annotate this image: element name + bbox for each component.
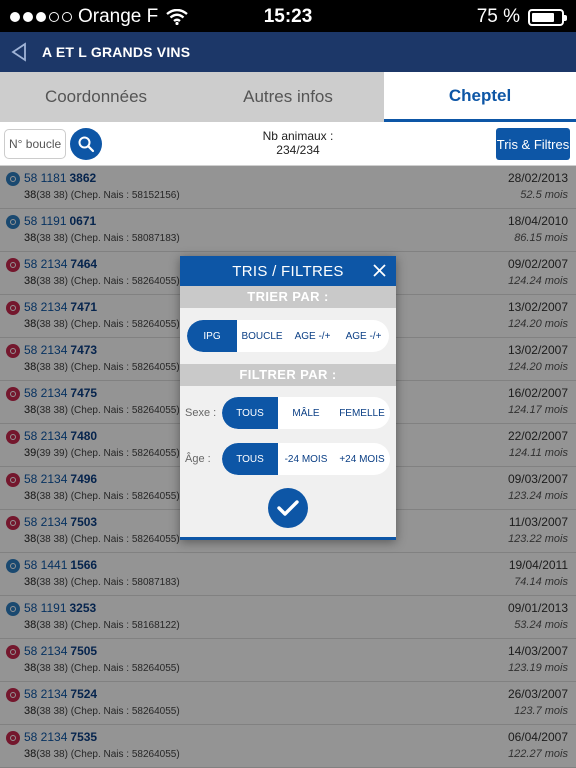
page-title: A ET L GRANDS VINS	[42, 44, 191, 60]
search-bar: Nb animaux : 234/234 Tris & Filtres	[0, 122, 576, 166]
battery-icon	[528, 8, 567, 26]
dialog-title: TRIS / FILTRES	[232, 263, 344, 280]
tab-bar: Coordonnées Autres infos Cheptel	[0, 72, 576, 122]
sex-option-female[interactable]: FEMELLE	[334, 397, 390, 429]
close-icon[interactable]	[373, 264, 386, 277]
sort-filter-button[interactable]: Tris & Filtres	[496, 128, 570, 160]
sort-option-ipg[interactable]: IPG	[187, 320, 237, 352]
sex-filter-selector: TOUS MÂLE FEMELLE	[222, 397, 390, 429]
sort-option-age-asc[interactable]: AGE -/+	[287, 320, 338, 352]
animal-count-label: Nb animaux :	[262, 129, 334, 143]
sort-filter-dialog: TRIS / FILTRES TRIER PAR : IPG BOUCLE AG…	[180, 256, 396, 540]
nav-bar: A ET L GRANDS VINS	[0, 32, 576, 72]
search-button[interactable]	[70, 128, 102, 160]
filter-section-header: FILTRER PAR :	[180, 364, 396, 386]
sort-section-header: TRIER PAR :	[180, 286, 396, 308]
sort-option-age-desc[interactable]: AGE -/+	[338, 320, 389, 352]
battery-info: 75 %	[476, 6, 567, 28]
status-bar: Orange F 15:23 75 %	[0, 0, 576, 32]
tag-number-input[interactable]	[4, 129, 66, 159]
dialog-header: TRIS / FILTRES	[180, 256, 396, 286]
checkmark-icon	[277, 500, 299, 516]
confirm-button[interactable]	[268, 488, 308, 528]
sex-option-all[interactable]: TOUS	[222, 397, 278, 429]
age-option-under-24[interactable]: -24 MOIS	[278, 443, 334, 475]
sort-selector: IPG BOUCLE AGE -/+ AGE -/+	[187, 320, 389, 352]
back-arrow-icon[interactable]	[10, 42, 28, 62]
sort-option-boucle[interactable]: BOUCLE	[237, 320, 287, 352]
age-filter-selector: TOUS -24 MOIS +24 MOIS	[222, 443, 390, 475]
animal-count-value: 234/234	[276, 143, 320, 157]
age-option-over-24[interactable]: +24 MOIS	[334, 443, 390, 475]
animal-count: Nb animaux : 234/234	[220, 129, 376, 157]
tab-coordonnees[interactable]: Coordonnées	[0, 72, 192, 122]
sex-filter-label: Sexe :	[185, 407, 217, 419]
battery-percent: 75 %	[476, 6, 520, 27]
sex-option-male[interactable]: MÂLE	[278, 397, 334, 429]
tab-cheptel[interactable]: Cheptel	[384, 72, 576, 122]
tab-autres-infos[interactable]: Autres infos	[192, 72, 384, 122]
age-filter-label: Âge :	[185, 453, 211, 465]
search-icon	[78, 136, 95, 153]
age-option-all[interactable]: TOUS	[222, 443, 278, 475]
